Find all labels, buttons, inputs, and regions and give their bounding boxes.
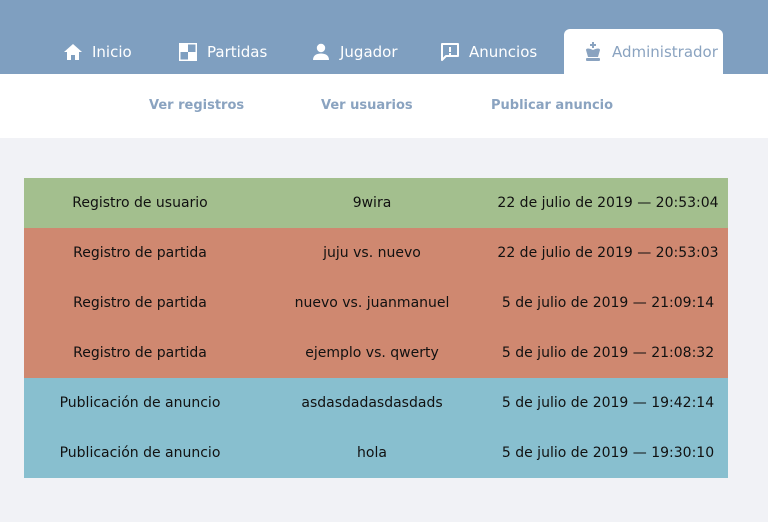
log-subject: ejemplo vs. qwerty: [305, 345, 439, 361]
tab-administrador[interactable]: Administrador: [564, 29, 723, 74]
publicar-anuncio-link[interactable]: Publicar anuncio: [491, 98, 613, 113]
log-date: 22 de julio de 2019 — 20:53:04: [497, 195, 719, 211]
tab-inicio[interactable]: Inicio: [62, 29, 132, 74]
log-subject: asdasdadasdasdads: [301, 395, 443, 411]
board-icon: [177, 41, 199, 63]
log-type: Publicación de anuncio: [59, 445, 221, 461]
top-navigation-bar: Inicio Partidas Jugador Anuncios Adminis…: [0, 0, 768, 74]
tab-label: Administrador: [612, 42, 718, 61]
table-row: Publicación de anuncio asdasdadasdasdads…: [24, 378, 728, 428]
admin-subnav: Ver registros Ver usuarios Publicar anun…: [0, 74, 768, 138]
log-date: 5 de julio de 2019 — 19:42:14: [501, 395, 715, 411]
tab-anuncios[interactable]: Anuncios: [439, 29, 537, 74]
tab-partidas[interactable]: Partidas: [177, 29, 267, 74]
log-type: Registro de partida: [73, 345, 207, 361]
log-date: 5 de julio de 2019 — 21:08:32: [501, 345, 715, 361]
tab-label: Inicio: [92, 42, 132, 61]
announcement-icon: [439, 41, 461, 63]
log-date: 5 de julio de 2019 — 19:30:10: [501, 445, 715, 461]
table-row: Registro de usuario 9wira 22 de julio de…: [24, 178, 728, 228]
user-icon: [310, 41, 332, 63]
log-type: Publicación de anuncio: [59, 395, 221, 411]
home-icon: [62, 41, 84, 63]
king-icon: [582, 41, 604, 63]
table-row: Registro de partida juju vs. nuevo 22 de…: [24, 228, 728, 278]
tab-label: Anuncios: [469, 42, 538, 61]
tab-label: Jugador: [340, 42, 398, 61]
log-table: Registro de usuario 9wira 22 de julio de…: [24, 178, 728, 478]
log-subject: hola: [357, 445, 387, 461]
log-subject: nuevo vs. juanmanuel: [294, 295, 450, 311]
log-date: 22 de julio de 2019 — 20:53:03: [497, 245, 719, 261]
table-row: Registro de partida ejemplo vs. qwerty 5…: [24, 328, 728, 378]
log-date: 5 de julio de 2019 — 21:09:14: [501, 295, 715, 311]
log-subject: juju vs. nuevo: [323, 245, 421, 261]
ver-usuarios-link[interactable]: Ver usuarios: [321, 98, 413, 113]
tab-label: Partidas: [207, 42, 268, 61]
log-type: Registro de usuario: [72, 195, 208, 211]
log-type: Registro de partida: [73, 245, 207, 261]
log-type: Registro de partida: [73, 295, 207, 311]
table-row: Publicación de anuncio hola 5 de julio d…: [24, 428, 728, 478]
tab-jugador[interactable]: Jugador: [310, 29, 398, 74]
ver-registros-link[interactable]: Ver registros: [149, 98, 244, 113]
log-subject: 9wira: [352, 195, 392, 211]
table-row: Registro de partida nuevo vs. juanmanuel…: [24, 278, 728, 328]
